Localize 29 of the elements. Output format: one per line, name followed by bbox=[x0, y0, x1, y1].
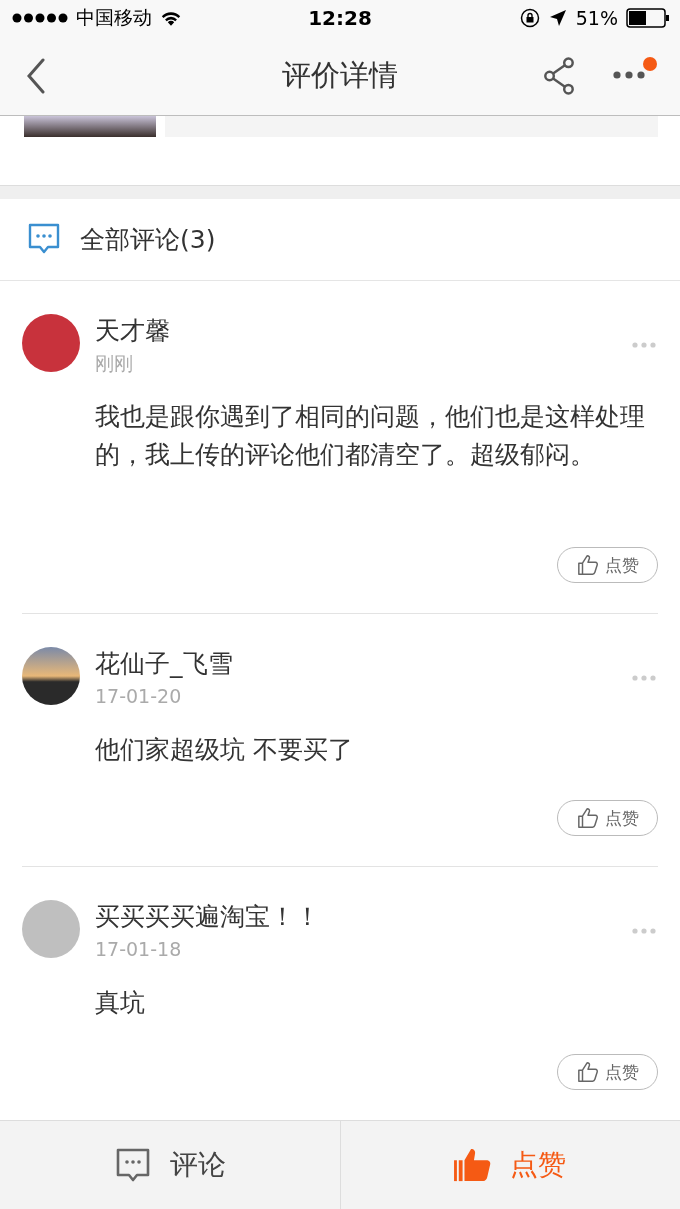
back-icon[interactable] bbox=[26, 57, 46, 94]
thumbs-up-icon bbox=[576, 1061, 599, 1083]
battery-percent: 51% bbox=[575, 7, 618, 29]
user-name[interactable]: 天才馨 bbox=[95, 314, 170, 348]
user-name[interactable]: 花仙子_飞雪 bbox=[95, 647, 233, 681]
comment-button[interactable]: 评论 bbox=[0, 1121, 340, 1209]
thumbs-up-icon bbox=[576, 554, 599, 576]
like-button[interactable]: 点赞 bbox=[557, 547, 658, 583]
comment-text: 真坑 bbox=[95, 987, 146, 1019]
comment-text: 他们家超级坑 不要买了 bbox=[95, 734, 354, 766]
comment-time: 17-01-20 bbox=[95, 684, 183, 709]
rotation-lock-icon bbox=[519, 8, 540, 28]
page-title: 评价详情 bbox=[282, 56, 398, 94]
comment-time: 17-01-18 bbox=[95, 937, 183, 962]
comment-time: 刚刚 bbox=[95, 351, 134, 376]
share-icon[interactable] bbox=[542, 55, 576, 96]
section-title: 全部评论(3) bbox=[80, 223, 216, 256]
signal-icon bbox=[12, 13, 68, 23]
comment-text: 我也是跟你遇到了相同的问题，他们也是这样处理的，我上传的评论他们都清空了。超级郁闷。 bbox=[95, 401, 646, 471]
clock-time: 12:28 bbox=[308, 6, 372, 30]
wifi-icon bbox=[160, 9, 182, 27]
like-button[interactable]: 点赞 bbox=[557, 1054, 658, 1090]
thumbs-up-icon bbox=[454, 1147, 493, 1183]
battery-icon bbox=[626, 8, 670, 28]
avatar[interactable] bbox=[22, 647, 80, 705]
carrier-name: 中国移动 bbox=[76, 5, 152, 30]
thumbs-up-icon bbox=[576, 807, 599, 829]
user-name[interactable]: 买买买买遍淘宝！！ bbox=[95, 900, 320, 934]
like-button[interactable]: 点赞 bbox=[557, 800, 658, 836]
